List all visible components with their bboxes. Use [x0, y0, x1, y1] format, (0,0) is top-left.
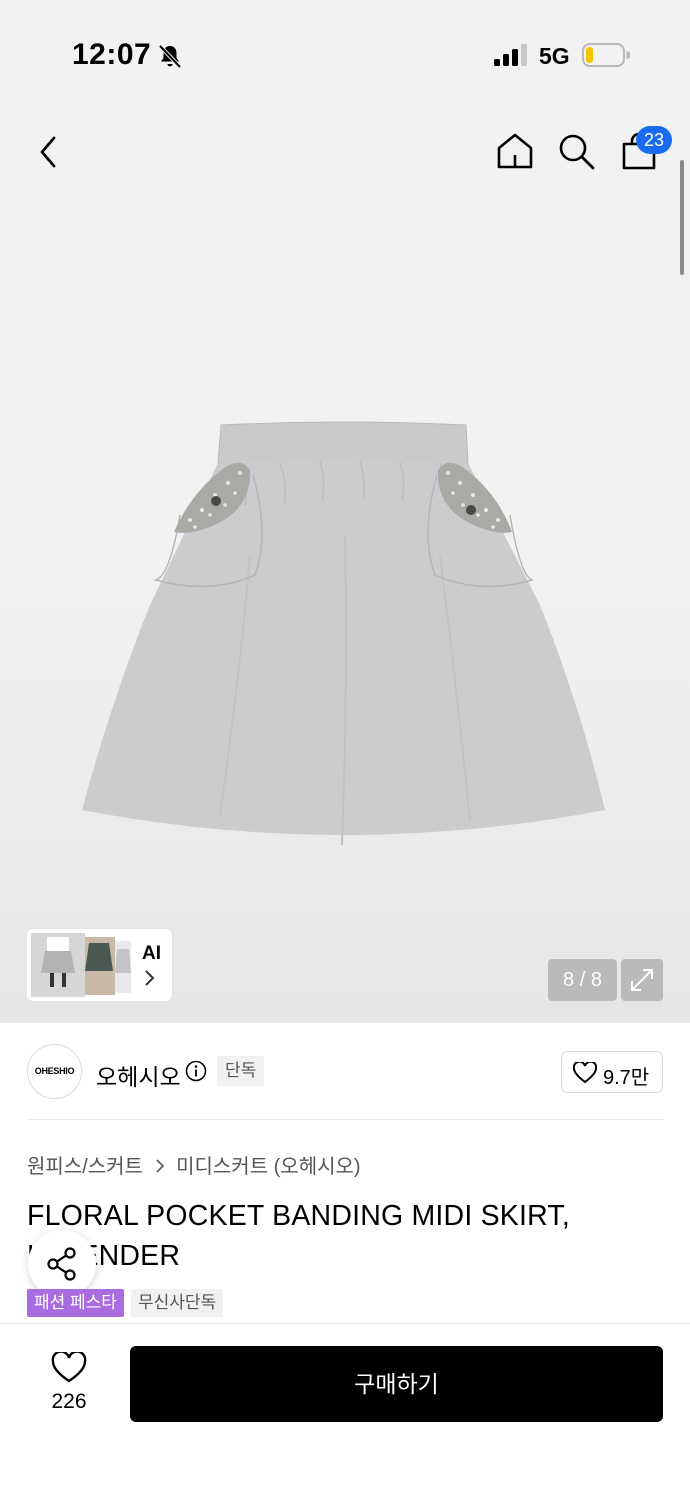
- expand-arrows-icon: [621, 969, 663, 1005]
- thumbnail-strip[interactable]: AI: [27, 929, 172, 1001]
- brand-logo[interactable]: OHESHIO: [27, 1044, 82, 1099]
- network-type: 5G: [539, 43, 570, 69]
- status-bar: 12:07 5G: [0, 0, 690, 110]
- search-icon[interactable]: [557, 132, 597, 177]
- ai-label: AI: [142, 943, 161, 964]
- breadcrumb: 원피스/스커트 미디스커트 (오헤시오): [27, 1150, 361, 1179]
- bottom-action-bar: 226 구매하기: [0, 1323, 690, 1500]
- thumbnail-images[interactable]: [27, 929, 137, 1001]
- brand-like-count: 9.7만: [603, 1067, 650, 1089]
- cart-count-badge[interactable]: 23: [636, 126, 672, 154]
- breadcrumb-category[interactable]: 원피스/스커트: [27, 1156, 143, 1178]
- brand-name[interactable]: 오헤시오: [96, 1058, 181, 1092]
- musinsa-exclusive-tag: 무신사단독: [131, 1289, 224, 1317]
- product-title: FLORAL POCKET BANDING MIDI SKIRT, LAVEND…: [27, 1200, 570, 1272]
- bell-slash-icon: [157, 43, 183, 74]
- home-icon[interactable]: [495, 131, 535, 176]
- breadcrumb-subcategory[interactable]: 미디스커트 (오헤시오): [176, 1156, 360, 1178]
- scrollbar-thumb[interactable]: [680, 160, 684, 275]
- share-icon: [47, 1247, 76, 1281]
- fashion-festa-tag: 패션 페스타: [27, 1289, 124, 1317]
- expand-button[interactable]: [621, 959, 663, 1001]
- heart-icon: [573, 1062, 597, 1084]
- chevron-right-icon: [155, 1156, 165, 1179]
- exclusive-tag: 단독: [217, 1056, 265, 1086]
- buy-button[interactable]: 구매하기: [130, 1346, 663, 1422]
- product-image-gallery[interactable]: 12:07 5G 23 AI 8 / 8: [0, 0, 690, 1023]
- chevron-left-icon[interactable]: [34, 132, 66, 172]
- chevron-right-icon: [143, 969, 155, 992]
- brand-like-button[interactable]: 9.7만: [561, 1051, 663, 1093]
- brand-row: OHESHIO 오헤시오 단독 9.7만: [0, 1023, 690, 1119]
- divider: [27, 1119, 663, 1120]
- product-photo: [82, 421, 605, 846]
- wishlist-count: 226: [51, 1390, 87, 1413]
- top-nav: 23: [0, 118, 690, 188]
- battery-low-icon: [582, 43, 631, 72]
- status-time: 12:07: [72, 38, 152, 71]
- share-button[interactable]: [28, 1230, 96, 1298]
- wishlist-button[interactable]: 226: [30, 1348, 108, 1420]
- heart-icon: [51, 1352, 87, 1383]
- signal-bars-icon: [494, 44, 528, 71]
- info-icon[interactable]: [185, 1060, 207, 1087]
- image-counter: 8 / 8: [548, 959, 617, 1001]
